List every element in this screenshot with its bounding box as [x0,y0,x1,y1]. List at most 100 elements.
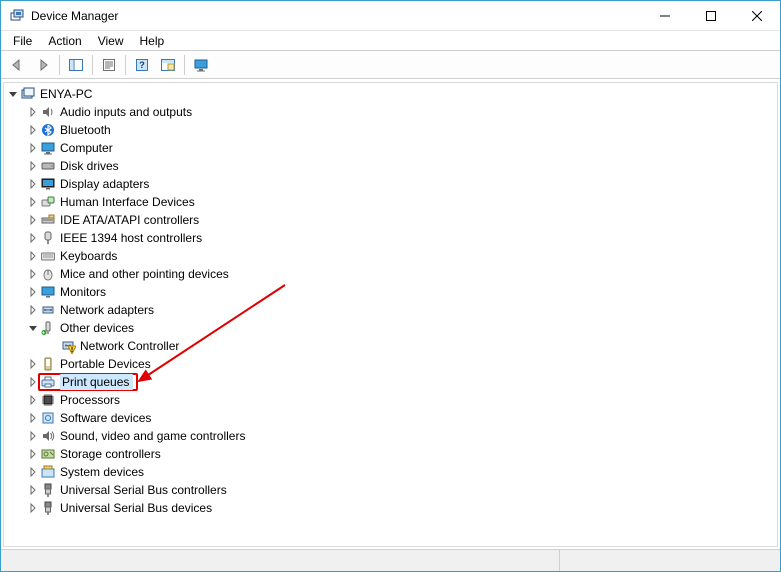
close-button[interactable] [734,1,780,31]
menu-view[interactable]: View [90,32,132,50]
statusbar-cell [1,550,560,571]
usbdev-icon [40,500,56,516]
annotation-highlight: Print queues [38,373,138,391]
tree-category-other[interactable]: Other devices [4,319,777,337]
computer-icon [40,140,56,156]
chevron-right-icon[interactable] [26,123,40,137]
chevron-right-icon[interactable] [26,483,40,497]
tree-category-storage[interactable]: Storage controllers [4,445,777,463]
tree-category-label: Portable Devices [60,357,151,371]
toolbar-separator [59,55,60,75]
help-button[interactable]: ? [130,54,154,76]
tree-category-label: Universal Serial Bus controllers [60,483,227,497]
tree-category-ieee1394[interactable]: IEEE 1394 host controllers [4,229,777,247]
tree-category-usbctrl[interactable]: Universal Serial Bus controllers [4,481,777,499]
tree-category-label: Print queues [62,375,129,389]
chevron-down-icon[interactable] [26,321,40,335]
toolbar-separator [184,55,185,75]
network-icon [40,302,56,318]
software-icon [40,410,56,426]
chevron-right-icon[interactable] [26,231,40,245]
chevron-right-icon[interactable] [26,393,40,407]
portable-icon [40,356,56,372]
menu-help[interactable]: Help [132,32,173,50]
maximize-button[interactable] [688,1,734,31]
tree-category-label: Bluetooth [60,123,111,137]
tree-category-label: Disk drives [60,159,119,173]
chevron-right-icon[interactable] [26,411,40,425]
processors-icon [40,392,56,408]
tree-category-software[interactable]: Software devices [4,409,777,427]
menubar: File Action View Help [1,31,780,51]
chevron-right-icon[interactable] [26,357,40,371]
chevron-right-icon[interactable] [26,285,40,299]
tree-category-label: Software devices [60,411,151,425]
printq-icon [40,374,56,390]
scan-hardware-button[interactable] [156,54,180,76]
tree-category-audio[interactable]: Audio inputs and outputs [4,103,777,121]
chevron-right-icon[interactable] [26,501,40,515]
chevron-right-icon[interactable] [26,249,40,263]
tree-category-monitors[interactable]: Monitors [4,283,777,301]
toolbar: ? [1,51,780,79]
chevron-right-icon[interactable] [26,267,40,281]
tree-category-processors[interactable]: Processors [4,391,777,409]
tree-root[interactable]: ENYA-PC [4,85,777,103]
chevron-right-icon[interactable] [26,447,40,461]
usbctrl-icon [40,482,56,498]
chevron-down-icon[interactable] [6,87,20,101]
chevron-right-icon[interactable] [26,177,40,191]
chevron-right-icon[interactable] [26,465,40,479]
properties-button[interactable] [97,54,121,76]
statusbar [1,549,780,571]
tree-category-computer[interactable]: Computer [4,139,777,157]
menu-file[interactable]: File [5,32,40,50]
tree-category-keyboards[interactable]: Keyboards [4,247,777,265]
svg-text:!: ! [71,347,73,354]
tree-category-label: Storage controllers [60,447,161,461]
tree-category-mice[interactable]: Mice and other pointing devices [4,265,777,283]
chevron-right-icon[interactable] [26,141,40,155]
chevron-right-icon[interactable] [26,159,40,173]
tree-category-usbdev[interactable]: Universal Serial Bus devices [4,499,777,517]
tree-category-sound[interactable]: Sound, video and game controllers [4,427,777,445]
tree-category-portable[interactable]: Portable Devices [4,355,777,373]
monitor-button[interactable] [189,54,213,76]
tree-category-label: Keyboards [60,249,117,263]
tree-category-label: Sound, video and game controllers [60,429,245,443]
tree-device-netctrl[interactable]: !Network Controller [4,337,777,355]
forward-button[interactable] [31,54,55,76]
monitors-icon [40,284,56,300]
minimize-button[interactable] [642,1,688,31]
display-icon [40,176,56,192]
chevron-right-icon[interactable] [26,429,40,443]
device-tree-pane[interactable]: ENYA-PC Audio inputs and outputs Bluetooth… [3,82,778,547]
tree-category-label: Human Interface Devices [60,195,195,209]
tree-category-label: IDE ATA/ATAPI controllers [60,213,199,227]
keyboards-icon [40,248,56,264]
tree-root-label: ENYA-PC [40,87,92,101]
statusbar-cell [560,550,780,571]
back-button[interactable] [5,54,29,76]
tree-category-display[interactable]: Display adapters [4,175,777,193]
tree-category-disk[interactable]: Disk drives [4,157,777,175]
chevron-right-icon[interactable] [26,105,40,119]
other-icon [40,320,56,336]
menu-action[interactable]: Action [40,32,89,50]
show-hide-tree-button[interactable] [64,54,88,76]
ieee1394-icon [40,230,56,246]
tree-category-network[interactable]: Network adapters [4,301,777,319]
tree-category-system[interactable]: System devices [4,463,777,481]
svg-text:?: ? [139,60,145,70]
tree-category-ide[interactable]: IDE ATA/ATAPI controllers [4,211,777,229]
chevron-right-icon[interactable] [26,213,40,227]
app-icon [9,8,25,24]
disk-icon [40,158,56,174]
chevron-right-icon[interactable] [26,195,40,209]
tree-category-label: Audio inputs and outputs [60,105,192,119]
tree-category-label: Monitors [60,285,106,299]
chevron-right-icon[interactable] [26,303,40,317]
tree-category-printq[interactable]: Print queues [4,373,777,391]
tree-category-bluetooth[interactable]: Bluetooth [4,121,777,139]
tree-category-hid[interactable]: Human Interface Devices [4,193,777,211]
